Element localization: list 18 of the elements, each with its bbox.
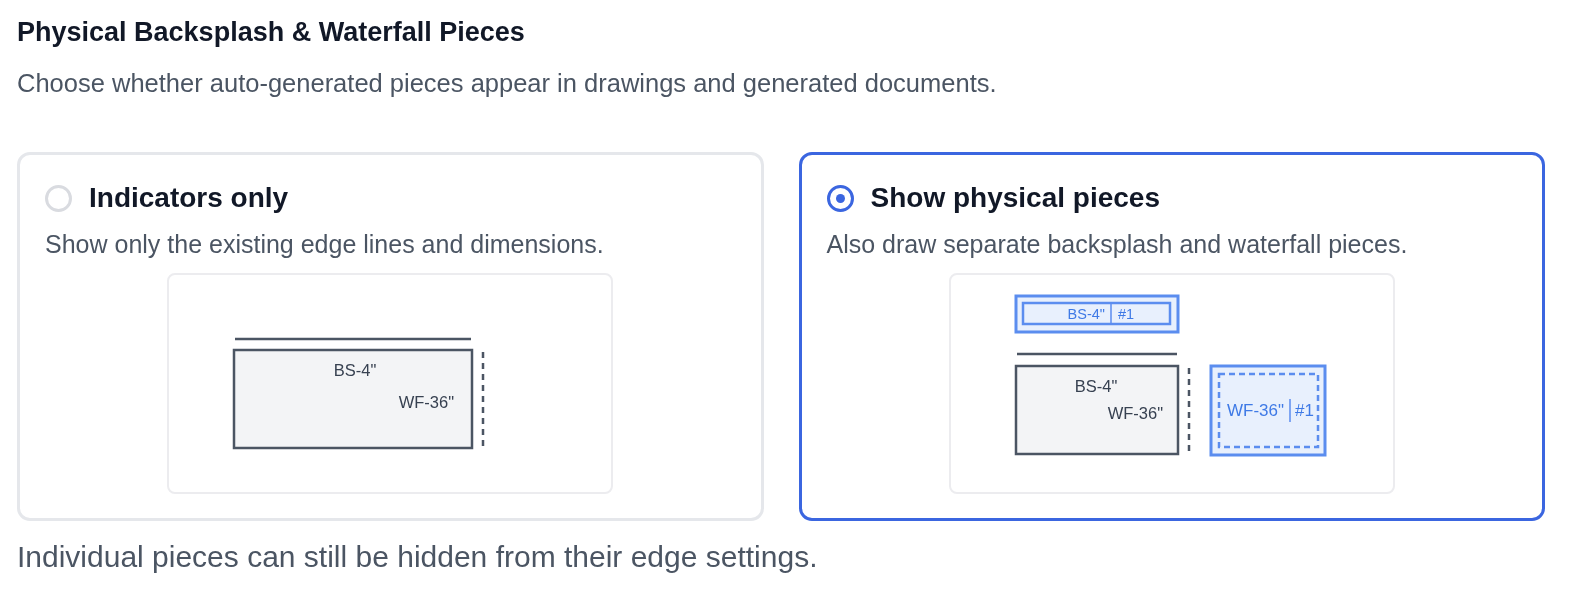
piece-label: BS-4" xyxy=(1067,306,1105,322)
section-description: Choose whether auto-generated pieces appear in drawings and generated documents. xyxy=(17,68,997,99)
option-description: Show only the existing edge lines and dimensions. xyxy=(45,229,604,260)
piece-number: #1 xyxy=(1117,306,1134,322)
option-title: Show physical pieces xyxy=(870,181,1160,215)
option-description: Also draw separate backsplash and waterfall pieces. xyxy=(826,229,1408,260)
option-title: Indicators only xyxy=(89,181,289,215)
section-title: Physical Backsplash & Waterfall Pieces xyxy=(17,16,525,49)
dimension-label: WF-36" xyxy=(1107,404,1163,422)
radio-button[interactable] xyxy=(826,184,854,212)
option-card[interactable]: Indicators only Show only the existing edge lines and dimensions. BS-4" WF-36" xyxy=(17,152,764,521)
piece-number: #1 xyxy=(1294,400,1314,420)
piece-label: WF-36" xyxy=(1226,400,1284,420)
footnote: Individual pieces can still be hidden from their edge settings. xyxy=(17,539,818,575)
dimension-label: BS-4" xyxy=(334,361,377,379)
dimension-label: WF-36" xyxy=(398,393,455,411)
dimension-label: BS-4" xyxy=(1074,377,1117,395)
option-card[interactable]: Show physical pieces Also draw separate backsplash and waterfall pieces. BS-4" #1 BS-4" WF-36" WF-36" #1 xyxy=(798,152,1545,521)
